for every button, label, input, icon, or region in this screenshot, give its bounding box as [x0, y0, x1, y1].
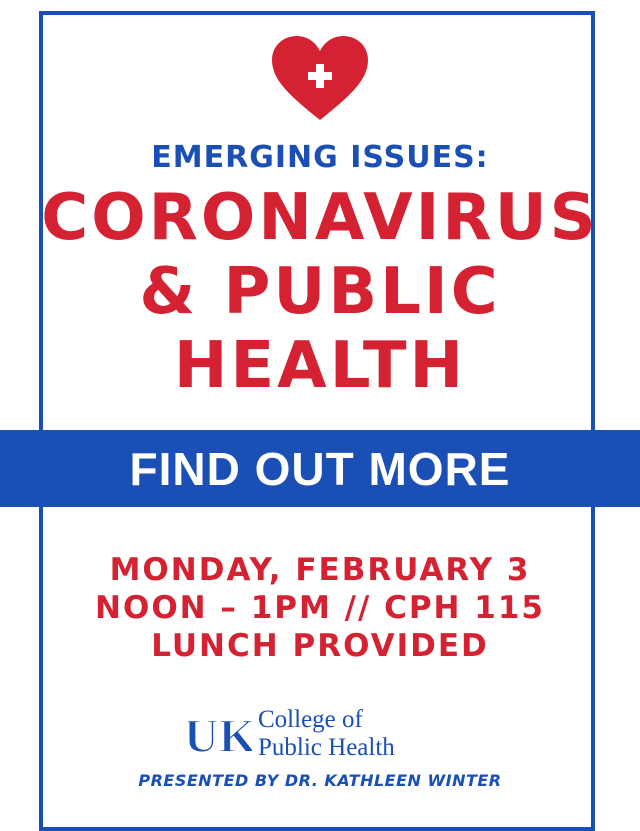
title-line-3: HEALTH — [173, 329, 467, 403]
college-name: College of Public Health — [258, 706, 395, 762]
uk-logo: UK — [188, 709, 252, 760]
event-date: MONDAY, FEBRUARY 3 — [109, 552, 531, 588]
title-line-2: & PUBLIC — [139, 255, 501, 329]
college-name-line-1: College of — [258, 706, 363, 733]
find-out-more-label: FIND OUT MORE — [129, 443, 511, 495]
event-series-label: EMERGING ISSUES: — [151, 140, 489, 175]
heart-plus-icon — [272, 36, 368, 120]
college-name-line-2: Public Health — [258, 734, 395, 761]
title-line-1: CORONAVIRUS — [41, 181, 599, 255]
event-time-location: NOON – 1PM // CPH 115 — [95, 590, 545, 626]
event-note: LUNCH PROVIDED — [151, 628, 489, 664]
presenter-credit: PRESENTED BY DR. KATHLEEN WINTER — [138, 771, 502, 790]
svg-text:UK: UK — [188, 710, 252, 760]
